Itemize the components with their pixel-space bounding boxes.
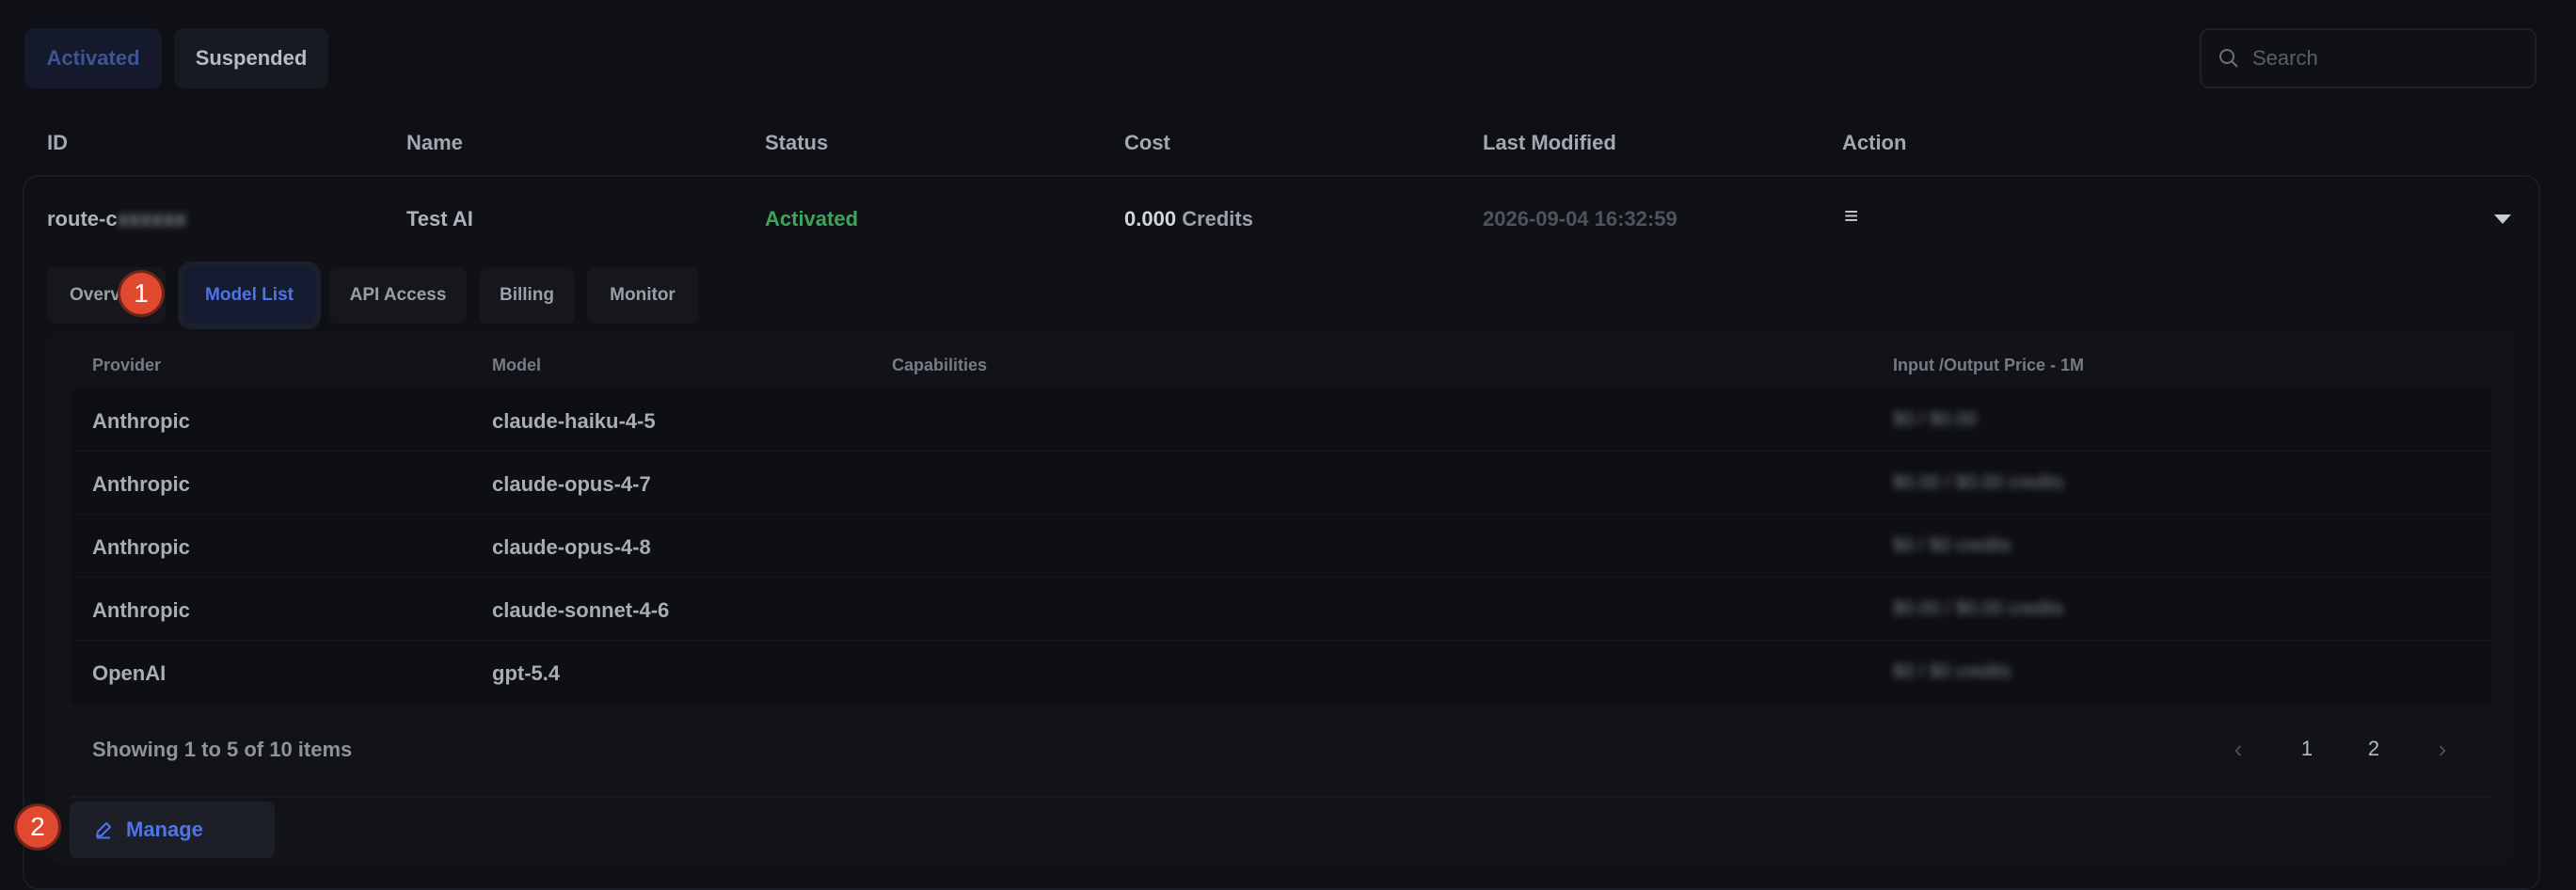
pencil-icon	[96, 822, 111, 839]
row-price: $0 / $0 credits	[1893, 535, 2012, 556]
cost-value: 0.000	[1124, 207, 1177, 230]
column-header-action: Action	[1842, 131, 1907, 154]
search-input[interactable]	[2252, 46, 2525, 71]
route-id: route-cxxxxxx	[47, 207, 186, 231]
table-row[interactable]: Anthropic claude-sonnet-4-6 $0.00 / $0.0…	[71, 578, 2492, 641]
column-header-cost: Cost	[1124, 131, 1170, 154]
manage-button[interactable]: Manage	[70, 802, 275, 858]
column-header-name: Name	[406, 131, 463, 154]
manage-button-label: Manage	[126, 818, 203, 841]
table-row[interactable]: Anthropic claude-opus-4-7 $0.00 / $0.00 …	[71, 452, 2492, 515]
divider	[71, 796, 2492, 798]
menu-icon[interactable]: ≡	[1844, 201, 1858, 230]
row-provider: Anthropic	[92, 472, 190, 496]
subtab-api-access[interactable]: API Access	[329, 267, 467, 324]
status-badge: Activated	[765, 207, 859, 230]
row-model: claude-opus-4-8	[492, 535, 651, 559]
column-header-status: Status	[765, 131, 829, 154]
row-model: claude-sonnet-4-6	[492, 598, 670, 622]
column-header-id: ID	[47, 131, 68, 154]
row-provider: Anthropic	[92, 598, 190, 622]
chevron-down-icon[interactable]	[2494, 215, 2511, 224]
route-name: Test AI	[406, 207, 473, 230]
subtab-monitor[interactable]: Monitor	[587, 267, 698, 324]
pagination-summary: Showing 1 to 5 of 10 items	[92, 738, 353, 761]
model-header-provider: Provider	[92, 356, 162, 374]
annotation-badge-2: 2	[14, 803, 61, 850]
row-model: claude-haiku-4-5	[492, 409, 656, 433]
row-provider: Anthropic	[92, 409, 190, 433]
row-price: $0 / $0 credits	[1893, 661, 2012, 682]
model-header-model: Model	[492, 356, 541, 374]
row-model: gpt-5.4	[492, 661, 561, 685]
table-row[interactable]: Anthropic claude-haiku-4-5 $0 / $0.00	[71, 389, 2492, 452]
row-price: $0 / $0.00	[1893, 409, 1977, 430]
search-box[interactable]	[2200, 28, 2536, 88]
table-row[interactable]: Anthropic claude-opus-4-8 $0 / $0 credit…	[71, 515, 2492, 578]
search-icon	[2219, 49, 2238, 68]
tab-suspended[interactable]: Suspended	[174, 28, 328, 88]
table-row[interactable]: OpenAI gpt-5.4 $0 / $0 credits	[71, 641, 2492, 704]
row-price: $0.00 / $0.00 credits	[1893, 598, 2064, 619]
last-modified: 2026-09-04 16:32:59	[1483, 207, 1678, 230]
model-header-price: Input /Output Price - 1M	[1893, 356, 2084, 374]
page-1-button[interactable]: 1	[2288, 734, 2326, 764]
page-2-button[interactable]: 2	[2355, 734, 2393, 764]
cost-unit: Credits	[1182, 207, 1253, 230]
chevron-left-icon[interactable]: ‹	[2219, 734, 2257, 764]
subtab-model-list[interactable]: Model List	[183, 267, 315, 324]
route-cost: 0.000 Credits	[1124, 207, 1253, 231]
subtab-billing[interactable]: Billing	[479, 267, 575, 324]
row-provider: OpenAI	[92, 661, 167, 685]
row-provider: Anthropic	[92, 535, 190, 559]
row-model: claude-opus-4-7	[492, 472, 651, 496]
route-id-prefix: route-c	[47, 207, 118, 230]
tab-activated[interactable]: Activated	[24, 28, 162, 88]
route-id-masked: xxxxxx	[117, 207, 186, 230]
row-price: $0.00 / $0.00 credits	[1893, 472, 2064, 493]
column-header-last-modified: Last Modified	[1483, 131, 1616, 154]
chevron-right-icon[interactable]: ›	[2424, 734, 2461, 764]
model-header-capabilities: Capabilities	[892, 356, 988, 374]
annotation-badge-1: 1	[118, 270, 165, 317]
